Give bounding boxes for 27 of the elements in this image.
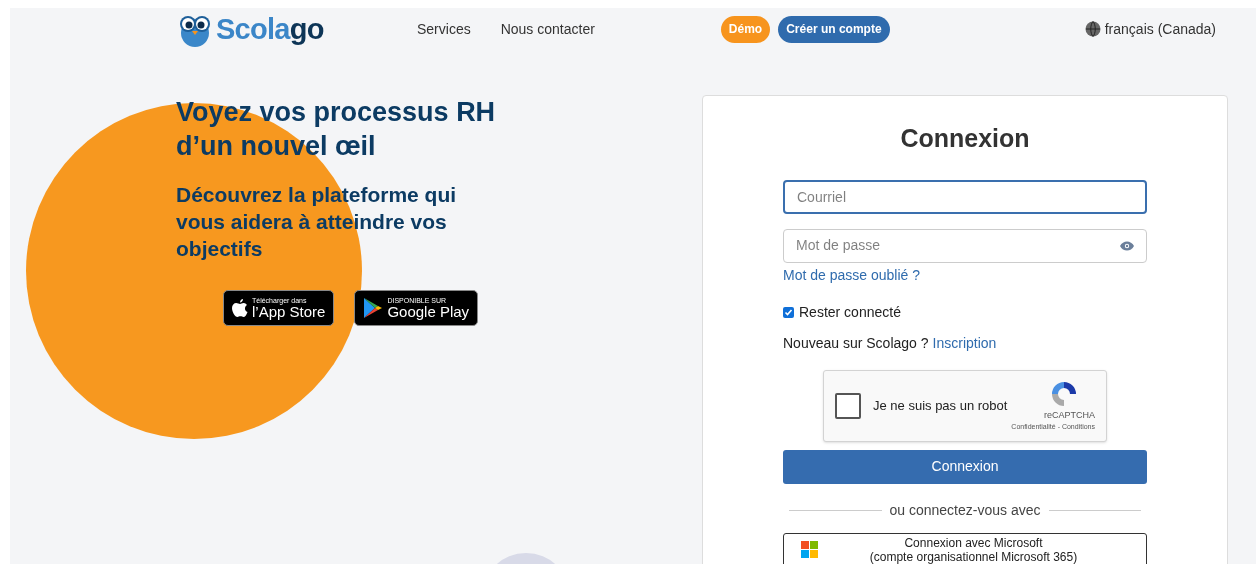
logo-wordmark: Scolago <box>216 14 324 44</box>
nav-link[interactable]: Nous contacter <box>500 18 595 40</box>
remember-checkbox[interactable] <box>783 306 794 318</box>
captcha-label: Je ne suis pas un robot <box>873 396 1008 415</box>
new-user-text: Nouveau sur Scolago ? <box>783 333 929 353</box>
divider-text: ou connectez-vous avec <box>889 500 1041 520</box>
globe-icon <box>1084 21 1101 37</box>
language-selector[interactable]: français (Canada) <box>1104 18 1216 40</box>
windows-logo-icon <box>801 541 818 558</box>
signup-link[interactable]: Inscription <box>932 332 997 354</box>
badge-store-name: l’App Store <box>252 304 326 319</box>
login-title: Connexion <box>899 123 1031 154</box>
microsoft-login-button[interactable]: Connexion avec Microsoft (compte organisationnel Microsoft 365) <box>783 532 1147 564</box>
login-button[interactable]: Connexion <box>783 449 1147 484</box>
nav-link[interactable]: Services <box>417 18 471 40</box>
eye-icon[interactable] <box>1120 240 1134 251</box>
remember-label: Rester connecté <box>799 302 901 322</box>
email-field[interactable]: Courriel <box>783 179 1147 214</box>
captcha-checkbox[interactable] <box>835 392 861 419</box>
password-field[interactable]: Mot de passe <box>783 228 1147 263</box>
play-icon <box>363 297 384 319</box>
apple-icon <box>232 298 248 318</box>
signup-button[interactable]: Créer un compte <box>778 15 890 43</box>
password-input[interactable]: Mot de passe <box>796 235 1120 256</box>
badge-store-name: Google Play <box>387 304 470 319</box>
recaptcha-brand: reCAPTCHA <box>1044 408 1095 422</box>
forgot-password-link[interactable]: Mot de passe oublié ? <box>783 264 1147 286</box>
